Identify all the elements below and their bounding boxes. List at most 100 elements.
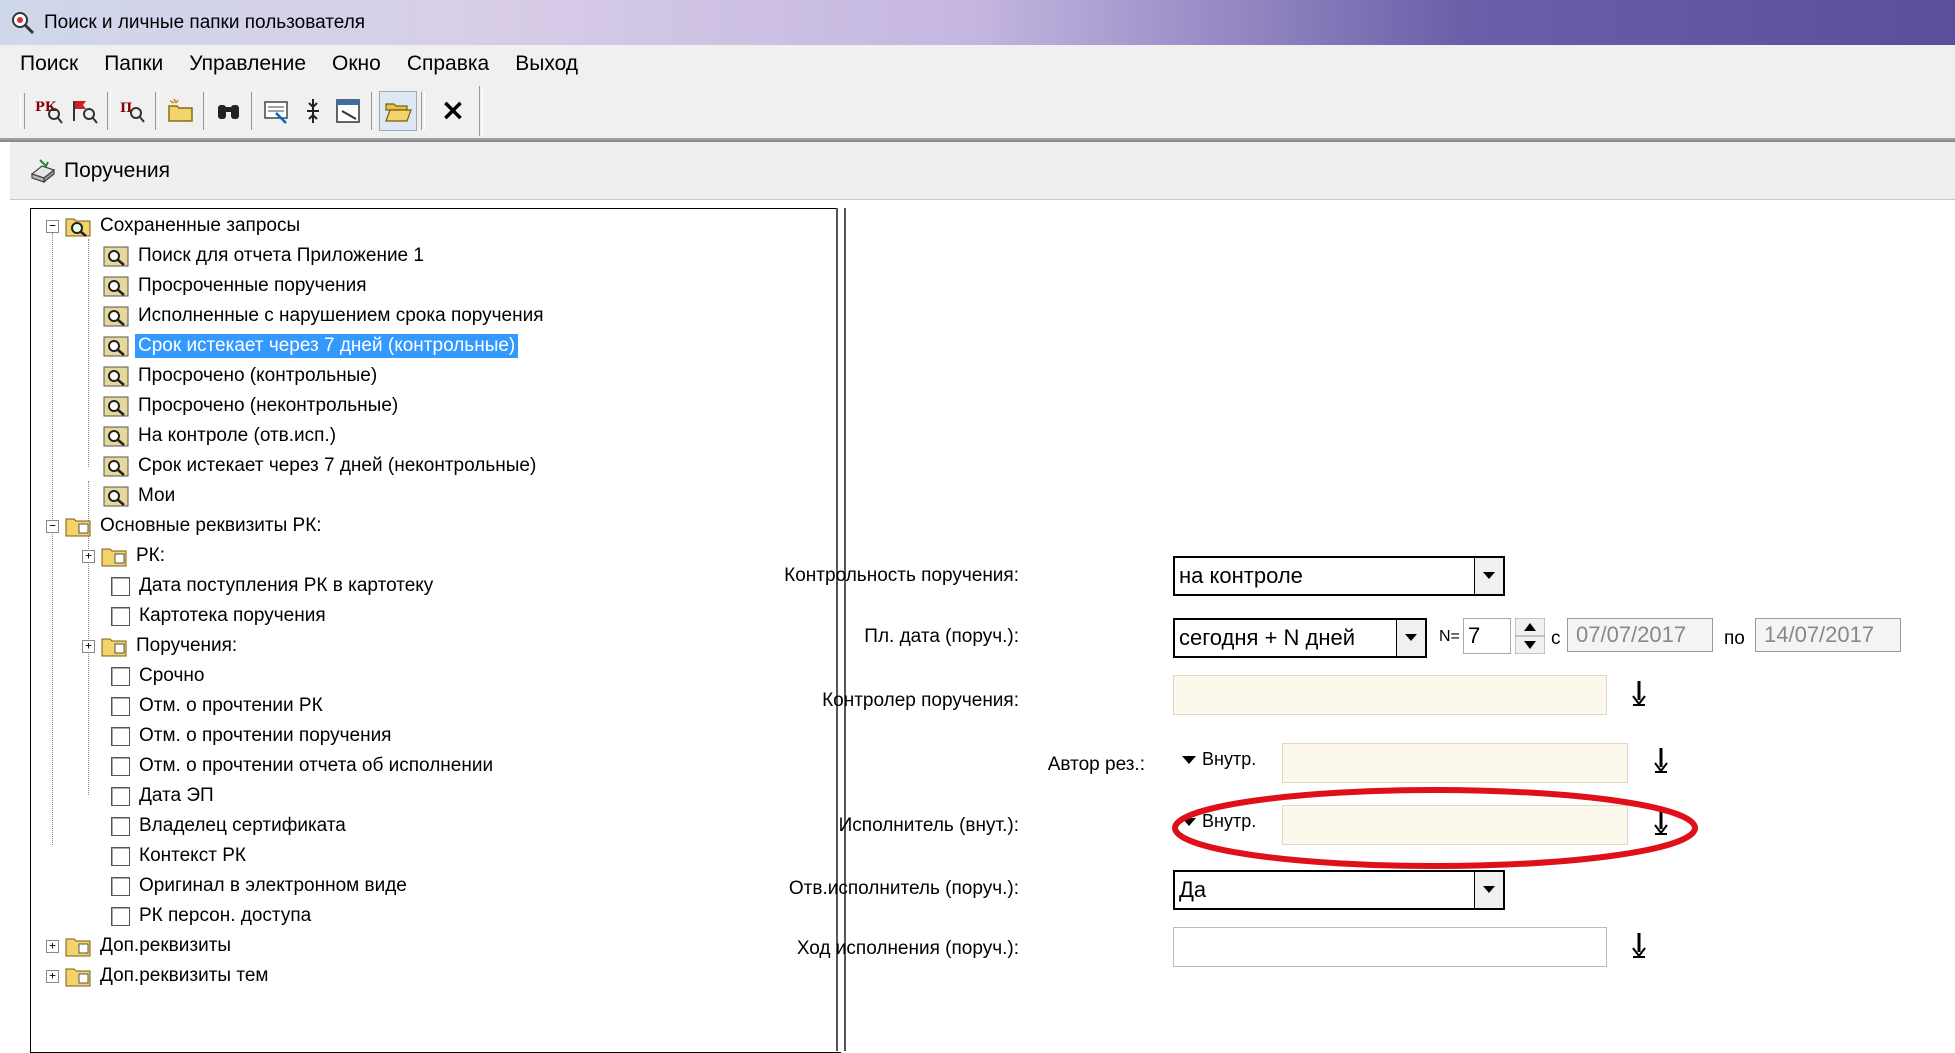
tree-item-checkbox[interactable]: Дата ЭП [111, 781, 217, 811]
to-date-field[interactable]: 14/07/2017 [1755, 618, 1901, 652]
split-button[interactable] [295, 92, 331, 130]
from-label: с [1551, 628, 1561, 649]
tree-item-query[interactable]: На контроле (отв.исп.) [103, 421, 339, 451]
tree-item-checkbox[interactable]: РК персон. доступа [111, 901, 314, 931]
resp-executor-select[interactable]: Да [1173, 870, 1505, 910]
tree-item-checkbox[interactable]: Оригинал в электронном виде [111, 871, 410, 901]
author-mode-dropdown[interactable]: Внутр. [1182, 749, 1256, 770]
tree-label: Исполненные с нарушением срока поручения [138, 305, 544, 326]
tree-item-checkbox[interactable]: Контекст РК [111, 841, 249, 871]
control-select[interactable]: на контроле [1173, 556, 1505, 596]
spin-down-icon[interactable] [1515, 636, 1545, 654]
checkbox[interactable] [111, 696, 130, 716]
expand-icon[interactable]: + [46, 939, 59, 953]
menu-search[interactable]: Поиск [0, 52, 91, 76]
plan-date-select[interactable]: сегодня + N дней [1173, 618, 1427, 658]
tree-item-query[interactable]: Просрочено (неконтрольные) [103, 391, 401, 421]
form-button[interactable] [331, 92, 367, 130]
chevron-down-icon[interactable] [1396, 620, 1427, 656]
checkbox[interactable] [111, 576, 130, 596]
new-folder-button[interactable] [163, 92, 199, 130]
tree-label: Мои [138, 485, 176, 506]
close-button[interactable]: × [435, 92, 471, 130]
window-title-bar: Поиск и личные папки пользователя [0, 0, 1955, 45]
chevron-down-icon[interactable] [1474, 558, 1505, 594]
n-days-input[interactable]: 7 [1463, 618, 1511, 654]
tree-label: Срок истекает через 7 дней (неконтрольны… [138, 455, 537, 476]
menu-help[interactable]: Справка [394, 52, 502, 76]
expand-icon[interactable]: + [82, 639, 95, 653]
tree-item-checkbox[interactable]: Отм. о прочтении РК [111, 691, 326, 721]
control-value: на контроле [1179, 563, 1303, 588]
author-field[interactable] [1282, 743, 1628, 783]
tree-item-query[interactable]: Просроченные поручения [103, 271, 370, 301]
menu-window[interactable]: Окно [319, 52, 394, 76]
tree-item-checkbox[interactable]: Отм. о прочтении отчета об исполнении [111, 751, 496, 781]
n-days-spinner[interactable] [1515, 618, 1545, 654]
checkbox[interactable] [111, 846, 130, 866]
n-label: N= [1439, 628, 1460, 645]
tree-label: Отм. о прочтении отчета об исполнении [139, 755, 494, 776]
search-app-icon [12, 11, 35, 34]
search-orders-button[interactable]: П [115, 92, 151, 130]
tree-node-orders[interactable]: + Поручения: [82, 631, 240, 661]
tree-item-query[interactable]: Срок истекает через 7 дней (неконтрольны… [103, 451, 539, 481]
splitter[interactable] [836, 208, 846, 1051]
checkbox[interactable] [111, 816, 130, 836]
checkbox[interactable] [111, 786, 130, 806]
progress-field[interactable] [1173, 927, 1607, 967]
tree-item-query-selected[interactable]: Срок истекает через 7 дней (контрольные) [103, 331, 520, 361]
folder-icon [101, 638, 127, 657]
controller-field[interactable] [1173, 675, 1607, 715]
checkbox[interactable] [111, 726, 130, 746]
binoculars-icon [218, 104, 239, 119]
tree-node-rk[interactable]: + РК: [82, 541, 168, 571]
progress-picker-button[interactable] [1628, 930, 1650, 960]
expand-icon[interactable]: + [46, 969, 59, 983]
menu-management[interactable]: Управление [176, 52, 319, 76]
tree-item-checkbox[interactable]: Картотека поручения [111, 601, 329, 631]
tree-item-checkbox[interactable]: Владелец сертификата [111, 811, 349, 841]
tree-item-query[interactable]: Исполненные с нарушением срока поручения [103, 301, 547, 331]
tree-item-checkbox[interactable]: Дата поступления РК в картотеку [111, 571, 436, 601]
controller-picker-button[interactable] [1628, 678, 1650, 708]
expand-icon[interactable]: + [82, 549, 95, 563]
resp-executor-value: Да [1179, 877, 1207, 902]
chevron-down-icon[interactable] [1474, 872, 1505, 908]
collapse-icon[interactable]: − [46, 519, 59, 533]
checkbox[interactable] [111, 606, 130, 626]
toolbar-grip[interactable] [20, 92, 25, 129]
tree-node-extra-props[interactable]: + Доп.реквизиты [46, 931, 234, 961]
spin-up-icon[interactable] [1515, 618, 1545, 636]
tree-item-query[interactable]: Поиск для отчета Приложение 1 [103, 241, 427, 271]
menu-exit[interactable]: Выход [502, 52, 591, 76]
folder-icon [65, 968, 91, 987]
checkbox[interactable] [111, 906, 130, 926]
from-date-field[interactable]: 07/07/2017 [1567, 618, 1713, 652]
tree-node-saved-queries[interactable]: − Сохраненные запросы [46, 211, 303, 241]
search-flag-button[interactable] [67, 92, 103, 130]
checkbox[interactable] [111, 756, 130, 776]
tree-item-query[interactable]: Мои [103, 481, 178, 511]
arrow-down-icon [1654, 748, 1668, 773]
folder-icon [101, 548, 127, 567]
tree-item-checkbox[interactable]: Срочно [111, 661, 207, 691]
checkbox[interactable] [111, 876, 130, 896]
checkbox[interactable] [111, 666, 130, 686]
rk-search-button[interactable]: РК [31, 92, 67, 130]
author-picker-button[interactable] [1650, 745, 1672, 775]
executor-label: Исполнитель (внут.): [838, 815, 1019, 836]
query-tree[interactable]: − Сохраненные запросы Поиск для отчета П… [30, 208, 841, 1053]
tree-node-main-props[interactable]: − Основные реквизиты РК: [46, 511, 325, 541]
filter-button[interactable] [259, 92, 295, 130]
tree-node-extra-topic-props[interactable]: + Доп.реквизиты тем [46, 961, 271, 991]
tree-item-checkbox[interactable]: Отм. о прочтении поручения [111, 721, 394, 751]
menu-folders[interactable]: Папки [91, 52, 176, 76]
saved-query-icon [103, 366, 129, 387]
open-folder-button[interactable] [379, 90, 417, 131]
tree-item-query[interactable]: Просрочено (контрольные) [103, 361, 380, 391]
find-button[interactable] [211, 92, 247, 130]
orders-icon [30, 158, 56, 183]
collapse-icon[interactable]: − [46, 219, 59, 233]
toolbar: РК П × [0, 83, 1955, 140]
